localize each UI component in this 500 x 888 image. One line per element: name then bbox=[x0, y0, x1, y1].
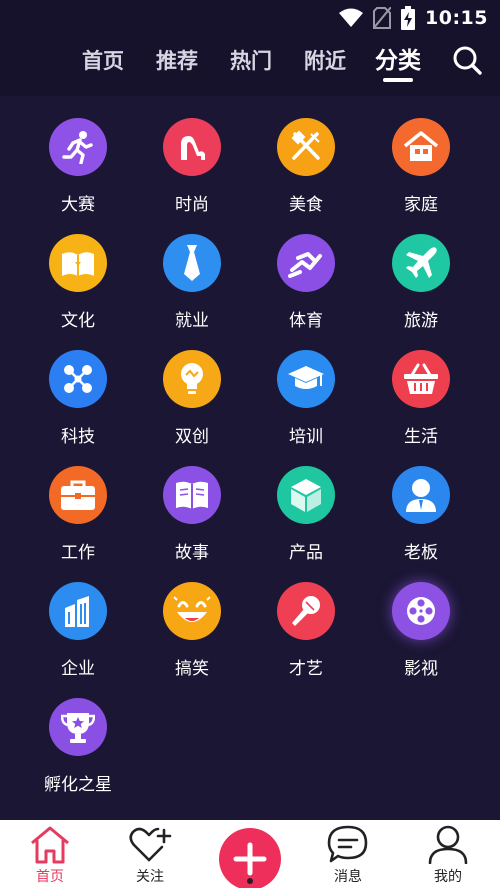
bottom-nav-follow-label: 关注 bbox=[136, 869, 164, 885]
status-bar: 10:15 bbox=[0, 0, 500, 36]
category-label: 影视 bbox=[404, 659, 438, 679]
high-heel-icon bbox=[163, 118, 221, 176]
category-item-keji[interactable]: 科技 bbox=[28, 350, 128, 460]
category-item-jiuye[interactable]: 就业 bbox=[142, 234, 242, 344]
search-icon[interactable] bbox=[451, 44, 483, 76]
category-label: 工作 bbox=[61, 543, 95, 563]
bottom-nav-home-label: 首页 bbox=[36, 869, 64, 885]
tab-home[interactable]: 首页 bbox=[82, 46, 124, 76]
category-item-yingshi[interactable]: 影视 bbox=[371, 582, 471, 692]
category-item-gaoxiao[interactable]: 搞笑 bbox=[142, 582, 242, 692]
category-label: 文化 bbox=[61, 311, 95, 331]
tab-nearby[interactable]: 附近 bbox=[304, 46, 346, 76]
bottom-nav-messages-label: 消息 bbox=[334, 869, 362, 885]
active-tab-indicator bbox=[383, 78, 413, 82]
category-label: 生活 bbox=[404, 427, 438, 447]
tab-recommend[interactable]: 推荐 bbox=[156, 46, 198, 76]
category-label: 企业 bbox=[61, 659, 95, 679]
wifi-icon bbox=[339, 8, 364, 27]
open-book-icon bbox=[49, 234, 107, 292]
heart-plus-icon bbox=[129, 827, 172, 862]
plus-icon bbox=[233, 842, 267, 876]
bottom-nav-mine[interactable]: 我的 bbox=[413, 824, 483, 888]
story-book-icon bbox=[163, 466, 221, 524]
active-page-dot bbox=[247, 878, 253, 884]
category-label: 科技 bbox=[61, 427, 95, 447]
category-label: 时尚 bbox=[175, 195, 209, 215]
category-item-gushi[interactable]: 故事 bbox=[142, 466, 242, 576]
chat-bubble-icon bbox=[327, 825, 368, 863]
category-label: 老板 bbox=[404, 543, 438, 563]
boss-avatar-icon bbox=[392, 466, 450, 524]
battery-charging-icon bbox=[401, 6, 416, 30]
tab-category[interactable]: 分类 bbox=[375, 46, 421, 76]
bottom-nav-follow[interactable]: 关注 bbox=[115, 824, 185, 888]
shopping-basket-icon bbox=[392, 350, 450, 408]
bottom-nav-home[interactable]: 首页 bbox=[15, 824, 85, 888]
category-item-caiyi[interactable]: 才艺 bbox=[256, 582, 356, 692]
category-item-fuhuazhixing[interactable]: 孵化之星 bbox=[28, 698, 128, 808]
category-item-jiating[interactable]: 家庭 bbox=[371, 118, 471, 228]
briefcase-icon bbox=[49, 466, 107, 524]
home-icon bbox=[31, 826, 69, 864]
category-item-lvyou[interactable]: 旅游 bbox=[371, 234, 471, 344]
category-item-peixun[interactable]: 培训 bbox=[256, 350, 356, 460]
sprinter-icon bbox=[277, 234, 335, 292]
lightbulb-icon bbox=[163, 350, 221, 408]
category-item-qiye[interactable]: 企业 bbox=[28, 582, 128, 692]
category-item-shenghuo[interactable]: 生活 bbox=[371, 350, 471, 460]
airplane-icon bbox=[392, 234, 450, 292]
laughing-face-icon bbox=[163, 582, 221, 640]
profile-icon bbox=[428, 825, 468, 864]
bottom-nav-messages[interactable]: 消息 bbox=[313, 824, 383, 888]
category-label: 家庭 bbox=[404, 195, 438, 215]
category-item-shishang[interactable]: 时尚 bbox=[142, 118, 242, 228]
microphone-icon bbox=[277, 582, 335, 640]
category-item-wenhua[interactable]: 文化 bbox=[28, 234, 128, 344]
category-label: 故事 bbox=[175, 543, 209, 563]
category-label: 就业 bbox=[175, 311, 209, 331]
running-man-icon bbox=[49, 118, 107, 176]
category-label: 体育 bbox=[289, 311, 323, 331]
category-item-chanpin[interactable]: 产品 bbox=[256, 466, 356, 576]
category-item-tiyu[interactable]: 体育 bbox=[256, 234, 356, 344]
category-label: 双创 bbox=[175, 427, 209, 447]
category-label: 培训 bbox=[289, 427, 323, 447]
fork-knife-icon bbox=[277, 118, 335, 176]
category-label: 大赛 bbox=[61, 195, 95, 215]
molecule-icon bbox=[49, 350, 107, 408]
category-label: 美食 bbox=[289, 195, 323, 215]
category-item-laoban[interactable]: 老板 bbox=[371, 466, 471, 576]
category-label: 孵化之星 bbox=[44, 775, 112, 795]
category-label: 才艺 bbox=[289, 659, 323, 679]
house-icon bbox=[392, 118, 450, 176]
no-sim-icon bbox=[373, 7, 392, 29]
status-time: 10:15 bbox=[425, 7, 488, 29]
top-nav: 首页 推荐 热门 附近 分类 bbox=[0, 36, 500, 96]
category-item-dasai[interactable]: 大赛 bbox=[28, 118, 128, 228]
category-item-shuangchuang[interactable]: 双创 bbox=[142, 350, 242, 460]
graduation-cap-icon bbox=[277, 350, 335, 408]
status-icons: 10:15 bbox=[339, 6, 488, 30]
category-item-meishi[interactable]: 美食 bbox=[256, 118, 356, 228]
cube-icon bbox=[277, 466, 335, 524]
tab-hot[interactable]: 热门 bbox=[230, 46, 272, 76]
category-item-gongzuo[interactable]: 工作 bbox=[28, 466, 128, 576]
category-label: 旅游 bbox=[404, 311, 438, 331]
buildings-icon bbox=[49, 582, 107, 640]
category-label: 搞笑 bbox=[175, 659, 209, 679]
necktie-icon bbox=[163, 234, 221, 292]
bottom-nav-mine-label: 我的 bbox=[434, 869, 462, 885]
film-reel-icon bbox=[392, 582, 450, 640]
trophy-star-icon bbox=[49, 698, 107, 756]
category-label: 产品 bbox=[289, 543, 323, 563]
